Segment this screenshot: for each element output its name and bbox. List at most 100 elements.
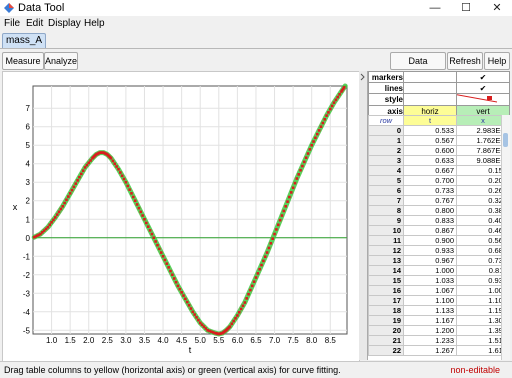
cell-t[interactable]: 1.200 <box>403 325 457 336</box>
cell-t[interactable]: 1.233 <box>403 335 457 346</box>
cell-t[interactable]: 0.700 <box>403 175 457 186</box>
window-title: Data Tool <box>18 2 65 14</box>
table-row[interactable]: 15 1.033 0.933 <box>368 275 510 286</box>
table-row[interactable]: 10 0.867 0.469 <box>368 225 510 236</box>
tab-mass-a[interactable]: mass_A <box>2 33 46 48</box>
table-row[interactable]: 18 1.133 1.190 <box>368 305 510 316</box>
cell-t[interactable]: 0.800 <box>403 205 457 216</box>
table-row[interactable]: 5 0.700 0.201 <box>368 175 510 186</box>
help-button[interactable]: Help <box>484 52 510 70</box>
data-point-marker <box>135 203 139 206</box>
row-index[interactable]: 18 <box>368 305 404 316</box>
plot-panel[interactable]: 1.0 1.5 2.0 2.5 3.0 3.5 4.0 4.5 5.0 5.5 6.0 6.5 7.0 7… <box>2 71 360 362</box>
scroll-thumb[interactable] <box>503 133 508 147</box>
table-row[interactable]: 1 0.567 1.762E-2 <box>368 135 510 146</box>
row-index[interactable]: 21 <box>368 335 404 346</box>
table-row[interactable]: 4 0.667 0.152 <box>368 165 510 176</box>
row-index[interactable]: 14 <box>368 265 404 276</box>
cell-t[interactable]: 0.667 <box>403 165 457 176</box>
row-index[interactable]: 1 <box>368 135 404 146</box>
data-builder-button[interactable]: Data Builder... <box>390 52 446 82</box>
menu-display[interactable]: Display <box>48 18 81 29</box>
row-index[interactable]: 13 <box>368 255 404 266</box>
table-row[interactable]: 19 1.167 1.300 <box>368 315 510 326</box>
table-row[interactable]: 14 1.000 0.811 <box>368 265 510 276</box>
row-index[interactable]: 22 <box>368 345 404 356</box>
cell-t[interactable]: 0.600 <box>403 145 457 156</box>
row-index[interactable]: 2 <box>368 145 404 156</box>
plot-chart[interactable]: 1.0 1.5 2.0 2.5 3.0 3.5 4.0 4.5 5.0 5.5 6.0 6.5 7.0 7… <box>3 72 359 361</box>
column-header-t[interactable]: t <box>403 115 457 126</box>
cell-t[interactable]: 0.567 <box>403 135 457 146</box>
row-index[interactable]: 5 <box>368 175 404 186</box>
table-row[interactable]: 11 0.900 0.567 <box>368 235 510 246</box>
collapse-arrow-icon[interactable] <box>359 71 367 83</box>
table-row[interactable]: 2 0.600 7.867E-2 <box>368 145 510 156</box>
cell-t[interactable]: 0.833 <box>403 215 457 226</box>
style-swatch[interactable] <box>452 93 510 106</box>
markers-checkbox[interactable]: ✔ <box>456 71 510 83</box>
cell-t[interactable]: 1.000 <box>403 265 457 276</box>
table-row[interactable]: 7 0.767 0.323 <box>368 195 510 206</box>
cell-t[interactable]: 0.867 <box>403 225 457 236</box>
data-point-marker <box>158 247 161 251</box>
row-index[interactable]: 19 <box>368 315 404 326</box>
row-index[interactable]: 6 <box>368 185 404 196</box>
table-row[interactable]: 0 0.533 2.983E-2 <box>368 125 510 136</box>
cell-t[interactable]: 1.033 <box>403 275 457 286</box>
panel-splitter[interactable] <box>359 71 367 360</box>
table-row[interactable]: 21 1.233 1.519 <box>368 335 510 346</box>
table-row[interactable]: 17 1.100 1.104 <box>368 295 510 306</box>
row-index[interactable]: 9 <box>368 215 404 226</box>
row-index[interactable]: 7 <box>368 195 404 206</box>
close-button[interactable]: ✕ <box>482 0 512 16</box>
row-index[interactable]: 16 <box>368 285 404 296</box>
table-row[interactable]: 22 1.267 1.617 <box>368 345 510 356</box>
cell-t[interactable]: 0.733 <box>403 185 457 196</box>
cell-t[interactable]: 1.067 <box>403 285 457 296</box>
row-index[interactable]: 11 <box>368 235 404 246</box>
table-row[interactable]: 20 1.200 1.397 <box>368 325 510 336</box>
analyze-button[interactable]: Analyze <box>44 52 78 70</box>
minimize-button[interactable]: — <box>420 0 450 16</box>
row-index[interactable]: 12 <box>368 245 404 256</box>
row-index[interactable]: 3 <box>368 155 404 166</box>
plot-area <box>32 85 348 335</box>
row-index[interactable]: 20 <box>368 325 404 336</box>
x-tick-label: 1.5 <box>65 336 77 345</box>
cell-t[interactable]: 1.133 <box>403 305 457 316</box>
refresh-button[interactable]: Refresh <box>447 52 483 70</box>
table-row[interactable]: 6 0.733 0.262 <box>368 185 510 196</box>
row-index[interactable]: 15 <box>368 275 404 286</box>
measure-button[interactable]: Measure <box>2 52 44 70</box>
table-row[interactable]: 9 0.833 0.408 <box>368 215 510 226</box>
column-header-row[interactable]: row <box>368 115 404 126</box>
cell-t[interactable]: 0.633 <box>403 155 457 166</box>
row-index[interactable]: 8 <box>368 205 404 216</box>
table-row[interactable]: 8 0.800 0.384 <box>368 205 510 216</box>
table-row[interactable]: 16 1.067 1.007 <box>368 285 510 296</box>
cell-t[interactable]: 1.100 <box>403 295 457 306</box>
row-index[interactable]: 17 <box>368 295 404 306</box>
cell-t[interactable]: 0.900 <box>403 235 457 246</box>
cell-t[interactable]: 0.533 <box>403 125 457 136</box>
table-row[interactable]: 12 0.933 0.689 <box>368 245 510 256</box>
table-row[interactable]: 13 0.967 0.738 <box>368 255 510 266</box>
lines-checkbox[interactable]: ✔ <box>456 82 510 94</box>
x-tick-label: 3.0 <box>120 336 132 345</box>
cell-t[interactable]: 1.267 <box>403 345 457 356</box>
cell-t[interactable]: 1.167 <box>403 315 457 326</box>
menu-file[interactable]: File <box>4 18 20 29</box>
menu-edit[interactable]: Edit <box>26 18 43 29</box>
row-index[interactable]: 0 <box>368 125 404 136</box>
data-point-marker <box>52 218 55 222</box>
maximize-button[interactable]: ☐ <box>451 0 481 16</box>
cell-t[interactable]: 0.967 <box>403 255 457 266</box>
row-index[interactable]: 4 <box>368 165 404 176</box>
cell-t[interactable]: 0.767 <box>403 195 457 206</box>
menu-help[interactable]: Help <box>84 18 105 29</box>
table-scrollbar[interactable] <box>501 115 510 360</box>
cell-t[interactable]: 0.933 <box>403 245 457 256</box>
row-index[interactable]: 10 <box>368 225 404 236</box>
table-row[interactable]: 3 0.633 9.088E-2 <box>368 155 510 166</box>
